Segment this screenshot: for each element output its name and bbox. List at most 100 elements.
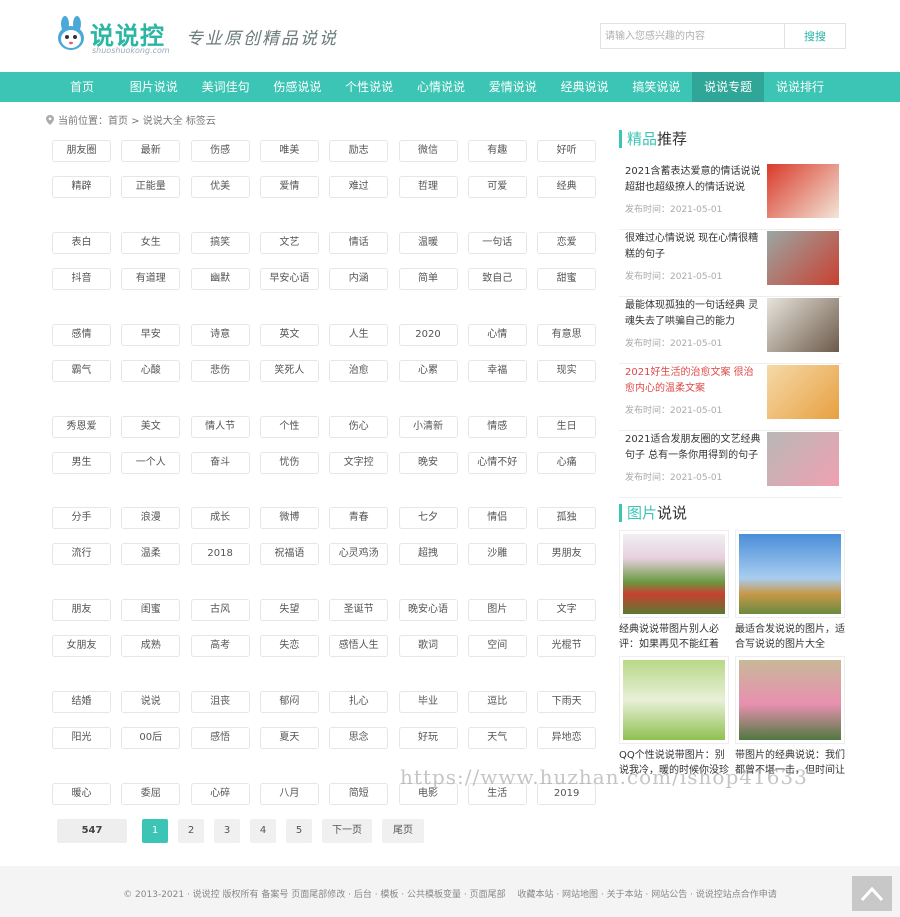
nav-item[interactable]: 个性说说 (333, 72, 405, 102)
tag-link[interactable]: 分手 (52, 507, 111, 529)
nav-item[interactable]: 美词佳句 (190, 72, 262, 102)
recommend-thumbnail[interactable] (767, 164, 839, 218)
tag-link[interactable]: 夏天 (259, 727, 319, 749)
tag-link[interactable]: 爱情 (259, 176, 319, 198)
recommend-item-title[interactable]: 最能体现孤独的一句话经典 灵魂失去了哄骗自己的能力 (625, 298, 761, 330)
recommend-thumbnail[interactable] (767, 432, 839, 486)
tag-link[interactable]: 说说 (121, 691, 181, 713)
nav-item[interactable]: 爱情说说 (477, 72, 549, 102)
page-number[interactable]: 2 (178, 819, 204, 843)
tag-link[interactable]: 微信 (398, 140, 458, 162)
site-logo[interactable]: 说说控 shuoshuokong.com (56, 14, 170, 58)
tag-link[interactable]: 心累 (398, 360, 458, 382)
tag-link[interactable]: 简单 (398, 268, 458, 290)
tag-link[interactable]: 扎心 (329, 691, 389, 713)
tag-link[interactable]: 霸气 (52, 360, 111, 382)
tag-link[interactable]: 早安心语 (259, 268, 319, 290)
recommend-thumbnail[interactable] (767, 231, 839, 285)
tag-link[interactable]: 成熟 (121, 635, 181, 657)
tag-link[interactable]: 抖音 (52, 268, 111, 290)
tag-link[interactable]: 简短 (329, 783, 389, 805)
search-input[interactable] (601, 24, 784, 48)
tag-link[interactable]: 郁闷 (259, 691, 319, 713)
tag-link[interactable]: 情人节 (190, 416, 250, 438)
picture-caption[interactable]: 最适合发说说的图片，适合写说说的图片大全 (735, 622, 845, 652)
nav-item[interactable]: 心情说说 (405, 72, 477, 102)
tag-link[interactable]: 哲理 (398, 176, 458, 198)
tag-link[interactable]: 甜蜜 (537, 268, 597, 290)
tag-link[interactable]: 有趣 (467, 140, 527, 162)
tag-link[interactable]: 八月 (259, 783, 319, 805)
tag-link[interactable]: 唯美 (259, 140, 319, 162)
tag-link[interactable]: 情话 (329, 232, 389, 254)
last-page-button[interactable]: 尾页 (382, 819, 424, 843)
tag-link[interactable]: 有道理 (121, 268, 181, 290)
tag-link[interactable]: 一句话 (467, 232, 527, 254)
recommend-item-title[interactable]: 2021好生活的治愈文案 很治愈内心的温柔文案 (625, 365, 761, 397)
tag-link[interactable]: 情感 (467, 416, 527, 438)
tag-link[interactable]: 小清新 (398, 416, 458, 438)
tag-link[interactable]: 结婚 (52, 691, 111, 713)
tag-link[interactable]: 伤心 (329, 416, 389, 438)
tag-link[interactable]: 心碎 (190, 783, 250, 805)
tag-link[interactable]: 内涵 (329, 268, 389, 290)
tag-link[interactable]: 致自己 (467, 268, 527, 290)
tag-link[interactable]: 浪漫 (121, 507, 181, 529)
picture-card[interactable]: 带图片的经典说说：我们都曾不堪一击，但时间让 (735, 656, 845, 778)
tag-link[interactable]: 好听 (537, 140, 597, 162)
recommend-thumbnail[interactable] (767, 298, 839, 352)
nav-item[interactable]: 经典说说 (549, 72, 621, 102)
tag-link[interactable]: 生日 (537, 416, 597, 438)
tag-link[interactable]: 个性 (259, 416, 319, 438)
picture-caption[interactable]: 经典说说带图片别人必评：如果再见不能红着 (619, 622, 729, 652)
tag-link[interactable]: 阳光 (52, 727, 111, 749)
tag-link[interactable]: 感悟人生 (329, 635, 389, 657)
tag-link[interactable]: 古风 (190, 599, 250, 621)
tag-link[interactable]: 正能量 (121, 176, 181, 198)
tag-link[interactable]: 思念 (329, 727, 389, 749)
tag-link[interactable]: 高考 (190, 635, 250, 657)
tag-link[interactable]: 毕业 (398, 691, 458, 713)
picture-thumbnail[interactable] (619, 530, 729, 618)
tag-link[interactable]: 早安 (121, 324, 181, 346)
tag-link[interactable]: 感悟 (190, 727, 250, 749)
tag-link[interactable]: 温柔 (121, 543, 181, 565)
tag-link[interactable]: 文字 (537, 599, 597, 621)
tag-link[interactable]: 女朋友 (52, 635, 111, 657)
recommend-item-title[interactable]: 2021适合发朋友圈的文艺经典句子 总有一条你用得到的句子 (625, 432, 761, 464)
tag-link[interactable]: 祝福语 (259, 543, 319, 565)
tag-link[interactable]: 光棍节 (537, 635, 597, 657)
tag-link[interactable]: 2020 (398, 324, 458, 346)
tag-link[interactable]: 励志 (329, 140, 389, 162)
page-number[interactable]: 5 (286, 819, 312, 843)
tag-link[interactable]: 优美 (190, 176, 250, 198)
tag-link[interactable]: 委屈 (121, 783, 181, 805)
tag-link[interactable]: 心情 (467, 324, 527, 346)
tag-link[interactable]: 心情不好 (467, 452, 527, 474)
page-number[interactable]: 1 (142, 819, 168, 843)
tag-link[interactable]: 男朋友 (537, 543, 597, 565)
recommend-thumbnail[interactable] (767, 365, 839, 419)
recommend-item[interactable]: 2021适合发朋友圈的文艺经典句子 总有一条你用得到的句子 发布时间：2021-0… (619, 432, 842, 498)
tag-link[interactable]: 美文 (121, 416, 181, 438)
tag-link[interactable]: 青春 (329, 507, 389, 529)
tag-link[interactable]: 英文 (259, 324, 319, 346)
tag-link[interactable]: 表白 (52, 232, 111, 254)
picture-thumbnail[interactable] (735, 530, 845, 618)
tag-link[interactable]: 暖心 (52, 783, 111, 805)
next-page-button[interactable]: 下一页 (322, 819, 372, 843)
tag-link[interactable]: 一个人 (121, 452, 181, 474)
picture-thumbnail[interactable] (735, 656, 845, 744)
nav-item[interactable]: 搞笑说说 (620, 72, 692, 102)
tag-link[interactable]: 笑死人 (259, 360, 319, 382)
tag-link[interactable]: 温暖 (398, 232, 458, 254)
tag-link[interactable]: 经典 (537, 176, 597, 198)
tag-link[interactable]: 圣诞节 (329, 599, 389, 621)
picture-thumbnail[interactable] (619, 656, 729, 744)
tag-link[interactable]: 朋友圈 (52, 140, 111, 162)
tag-link[interactable]: 闺蜜 (121, 599, 181, 621)
tag-link[interactable]: 心灵鸡汤 (329, 543, 389, 565)
tag-link[interactable]: 微博 (259, 507, 319, 529)
tag-link[interactable]: 00后 (121, 727, 181, 749)
nav-item[interactable]: 说说专题 (692, 72, 765, 102)
